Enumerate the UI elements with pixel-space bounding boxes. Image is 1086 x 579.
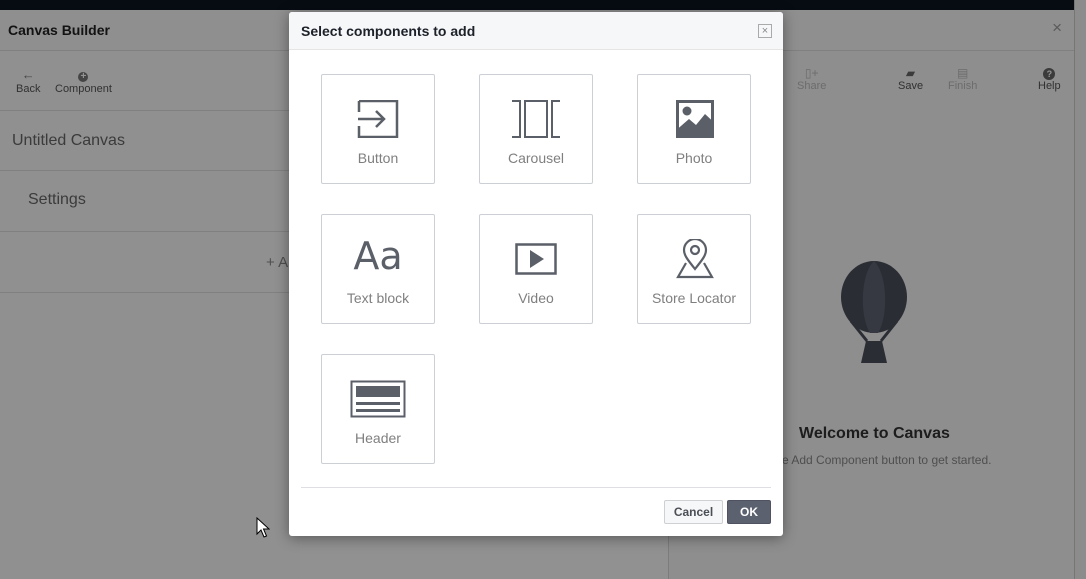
- video-icon: [515, 243, 557, 275]
- component-tile-video[interactable]: Video: [479, 214, 593, 324]
- button-icon: [357, 100, 399, 138]
- dialog-header: Select components to add ×: [289, 12, 783, 50]
- store-locator-icon: [676, 239, 714, 279]
- select-components-dialog: Select components to add × Button Carous…: [289, 12, 783, 536]
- cancel-button[interactable]: Cancel: [664, 500, 723, 524]
- header-icon: [350, 380, 406, 418]
- ok-button[interactable]: OK: [727, 500, 771, 524]
- component-tile-button[interactable]: Button: [321, 74, 435, 184]
- carousel-icon: [512, 100, 560, 138]
- dialog-title: Select components to add: [301, 23, 476, 39]
- component-tile-photo[interactable]: Photo: [637, 74, 751, 184]
- component-tile-header[interactable]: Header: [321, 354, 435, 464]
- tile-label: Carousel: [507, 150, 565, 166]
- tile-label: Photo: [675, 150, 713, 166]
- tile-label: Video: [518, 290, 554, 306]
- tile-label: Header: [355, 430, 401, 446]
- mouse-cursor-icon: [256, 517, 270, 538]
- component-tile-text-block[interactable]: Aa Text block: [321, 214, 435, 324]
- component-tile-store-locator[interactable]: Store Locator: [637, 214, 751, 324]
- close-icon[interactable]: ×: [758, 24, 772, 38]
- photo-icon: [676, 100, 714, 138]
- footer-divider: [301, 487, 771, 488]
- component-tile-carousel[interactable]: Carousel: [479, 74, 593, 184]
- tile-label: Text block: [346, 290, 410, 306]
- tile-label: Store Locator: [651, 290, 737, 306]
- text-block-icon: Aa: [353, 234, 403, 278]
- tile-label: Button: [357, 150, 399, 166]
